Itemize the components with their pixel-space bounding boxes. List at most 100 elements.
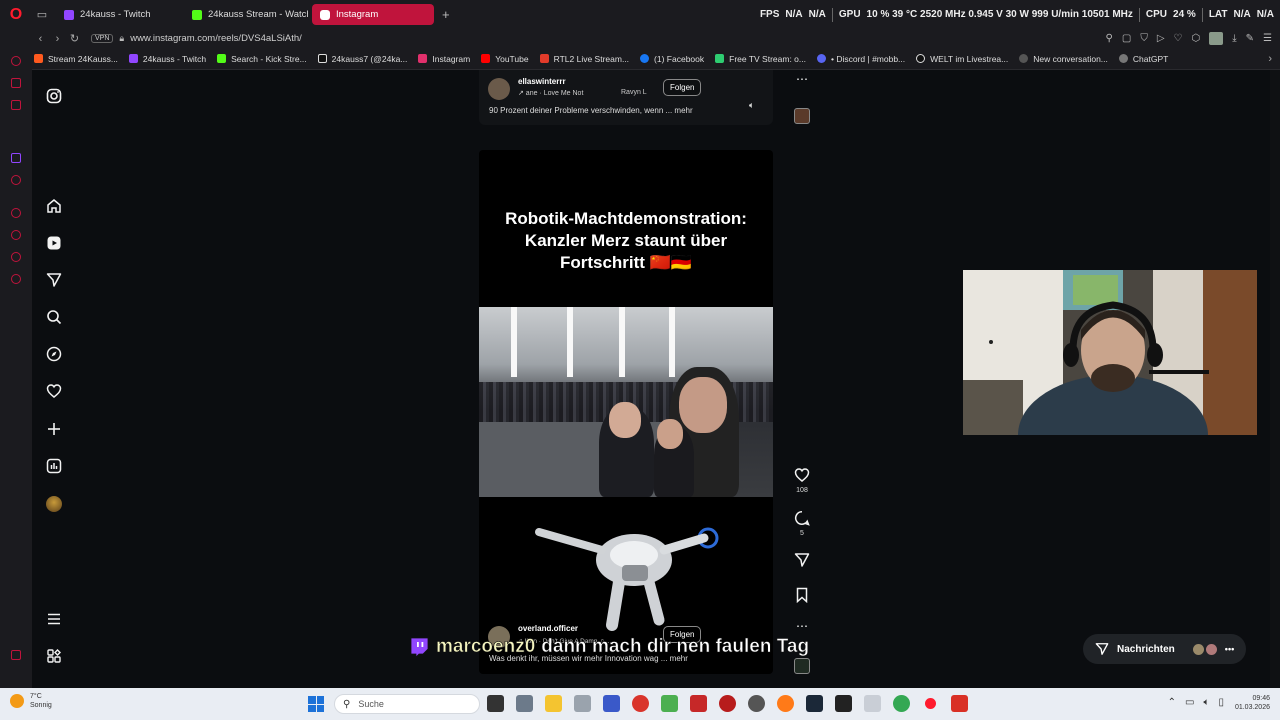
volume-icon[interactable]: 🔈︎	[1203, 697, 1209, 708]
reel-username[interactable]: ellaswinterrr	[518, 77, 566, 86]
chevron-up-icon[interactable]: ⌃	[1168, 697, 1176, 708]
history-icon[interactable]	[11, 230, 21, 240]
bookmark[interactable]: WELT im Livestrea...	[916, 54, 1008, 64]
profile-avatar[interactable]	[46, 496, 62, 512]
weather-widget[interactable]: 7°C Sonnig	[10, 692, 52, 710]
bookmark[interactable]: Instagram	[418, 54, 470, 64]
green-app-icon[interactable]	[661, 695, 678, 712]
settings-app-icon[interactable]	[864, 695, 881, 712]
vpn-badge[interactable]: VPN	[91, 34, 114, 43]
profile-avatar[interactable]	[1209, 32, 1224, 45]
reload-icon[interactable]: ↻	[66, 32, 83, 45]
explore-icon[interactable]	[46, 346, 62, 362]
heart-icon[interactable]: ♡	[1174, 33, 1183, 44]
scrollbar[interactable]	[1270, 70, 1280, 688]
mute-icon[interactable]: 🔈︎	[749, 100, 759, 110]
bookmark[interactable]: Free TV Stream: o...	[715, 54, 806, 64]
download-icon[interactable]: ⤓	[1232, 33, 1236, 44]
tab-twitch[interactable]: 24kauss - Twitch	[56, 4, 180, 25]
tab-instagram[interactable]: Instagram	[312, 4, 434, 25]
reel-music-artist[interactable]: Ravyn L	[621, 89, 647, 96]
calculator-icon[interactable]	[516, 695, 533, 712]
bookmark[interactable]: ChatGPT	[1118, 54, 1168, 64]
reel-music[interactable]: ↗ ane · Love Me Not	[518, 89, 583, 97]
firefox-icon[interactable]	[777, 695, 794, 712]
menu-icon[interactable]: ☰	[1263, 33, 1272, 44]
circle-app-icon[interactable]	[748, 695, 765, 712]
notifications-heart-icon[interactable]	[46, 383, 62, 399]
home-icon[interactable]	[46, 198, 62, 214]
mouse-app-icon[interactable]	[574, 695, 591, 712]
messages-button[interactable]: Nachrichten •••	[1083, 634, 1246, 664]
also-from-meta-icon[interactable]	[46, 648, 62, 664]
bookmark[interactable]: YouTube	[481, 54, 529, 64]
instagram-logo-icon[interactable]	[46, 88, 62, 104]
extensions-icon[interactable]: ⬡	[1191, 33, 1200, 44]
new-tab-plus-icon[interactable]: +	[442, 7, 450, 22]
file-explorer-icon[interactable]	[545, 695, 562, 712]
aria-icon[interactable]	[11, 78, 21, 88]
ai-icon[interactable]: ✎	[1246, 33, 1254, 44]
bookmark[interactable]: Stream 24Kauss...	[34, 54, 118, 64]
more-options-icon[interactable]: ⋯	[790, 619, 814, 633]
create-plus-icon[interactable]	[46, 421, 62, 437]
messages-icon[interactable]	[46, 272, 62, 288]
taskbar-search[interactable]: ⚲ Suche	[334, 694, 480, 714]
more-menu-icon[interactable]	[46, 611, 62, 627]
app-icon[interactable]	[951, 695, 968, 712]
clock[interactable]: 09:46 01.03.2026	[1235, 694, 1270, 712]
share-icon[interactable]	[794, 552, 810, 568]
bookmark[interactable]: Search - Kick Stre...	[217, 54, 307, 64]
terminal-icon[interactable]	[835, 695, 852, 712]
reels-icon[interactable]	[46, 235, 62, 251]
vs-app-icon[interactable]	[603, 695, 620, 712]
player-icon[interactable]	[11, 208, 21, 218]
pin-icon[interactable]: ⚲	[1106, 33, 1113, 44]
bookmark[interactable]: 24kauss7 (@24ka...	[317, 54, 407, 64]
save-bookmark-icon[interactable]	[794, 587, 810, 603]
shield-icon[interactable]: ⛉	[1140, 33, 1148, 44]
forward-icon[interactable]: ›	[49, 33, 66, 45]
network-icon[interactable]: ▭	[1185, 697, 1194, 708]
avatar[interactable]	[488, 78, 510, 100]
bookmark[interactable]: New conversation...	[1019, 54, 1108, 64]
red-app-icon[interactable]	[632, 695, 649, 712]
settings-icon[interactable]	[11, 274, 21, 284]
bookmark[interactable]: RTL2 Live Stream...	[539, 54, 629, 64]
bookmarks-overflow-icon[interactable]: ›	[1268, 53, 1272, 65]
snapshot-icon[interactable]: ▢	[1122, 33, 1131, 44]
comment-icon[interactable]	[794, 510, 810, 526]
twitch-icon[interactable]	[11, 153, 21, 163]
reel-caption[interactable]: 90 Prozent deiner Probleme verschwinden,…	[489, 106, 693, 115]
media-app-icon[interactable]	[690, 695, 707, 712]
audio-thumbnail[interactable]	[794, 108, 810, 124]
bookmark[interactable]: • Discord | #mobb...	[816, 54, 905, 64]
bookmark[interactable]: (1) Facebook	[640, 54, 704, 64]
messenger-icon[interactable]	[11, 100, 21, 110]
like-heart-icon[interactable]	[794, 467, 810, 483]
tab-kick[interactable]: 24kauss Stream - Watch L	[184, 4, 308, 25]
dashboard-icon[interactable]	[46, 458, 62, 474]
play-icon[interactable]: ▷	[1157, 33, 1165, 44]
reel-video[interactable]: Robotik-Machtdemonstration: Kanzler Merz…	[479, 150, 773, 674]
opera-gx-icon[interactable]	[922, 695, 939, 712]
gx-icon[interactable]	[11, 650, 21, 660]
windows-start-icon[interactable]	[308, 696, 324, 712]
opera-icon[interactable]	[11, 56, 21, 66]
battery-icon[interactable]: ▯	[1218, 697, 1224, 708]
task-view-icon[interactable]	[487, 695, 504, 712]
chrome-icon[interactable]	[893, 695, 910, 712]
reel-username[interactable]: overland.officer	[518, 624, 578, 633]
lock-icon[interactable]: 🔒︎	[119, 33, 124, 44]
music-icon[interactable]	[11, 175, 21, 185]
record-app-icon[interactable]	[719, 695, 736, 712]
follow-button[interactable]: Folgen	[663, 79, 702, 96]
search-icon[interactable]	[46, 309, 62, 325]
bookmark[interactable]: 24kauss - Twitch	[128, 54, 206, 64]
more-options-icon[interactable]: ⋯	[790, 72, 814, 86]
opera-logo-icon[interactable]: O	[0, 0, 32, 29]
back-icon[interactable]: ‹	[32, 33, 49, 45]
reel-previous[interactable]: ellaswinterrr ↗ ane · Love Me Not Ravyn …	[479, 70, 773, 125]
audio-thumbnail[interactable]	[794, 658, 810, 674]
steam-icon[interactable]	[806, 695, 823, 712]
